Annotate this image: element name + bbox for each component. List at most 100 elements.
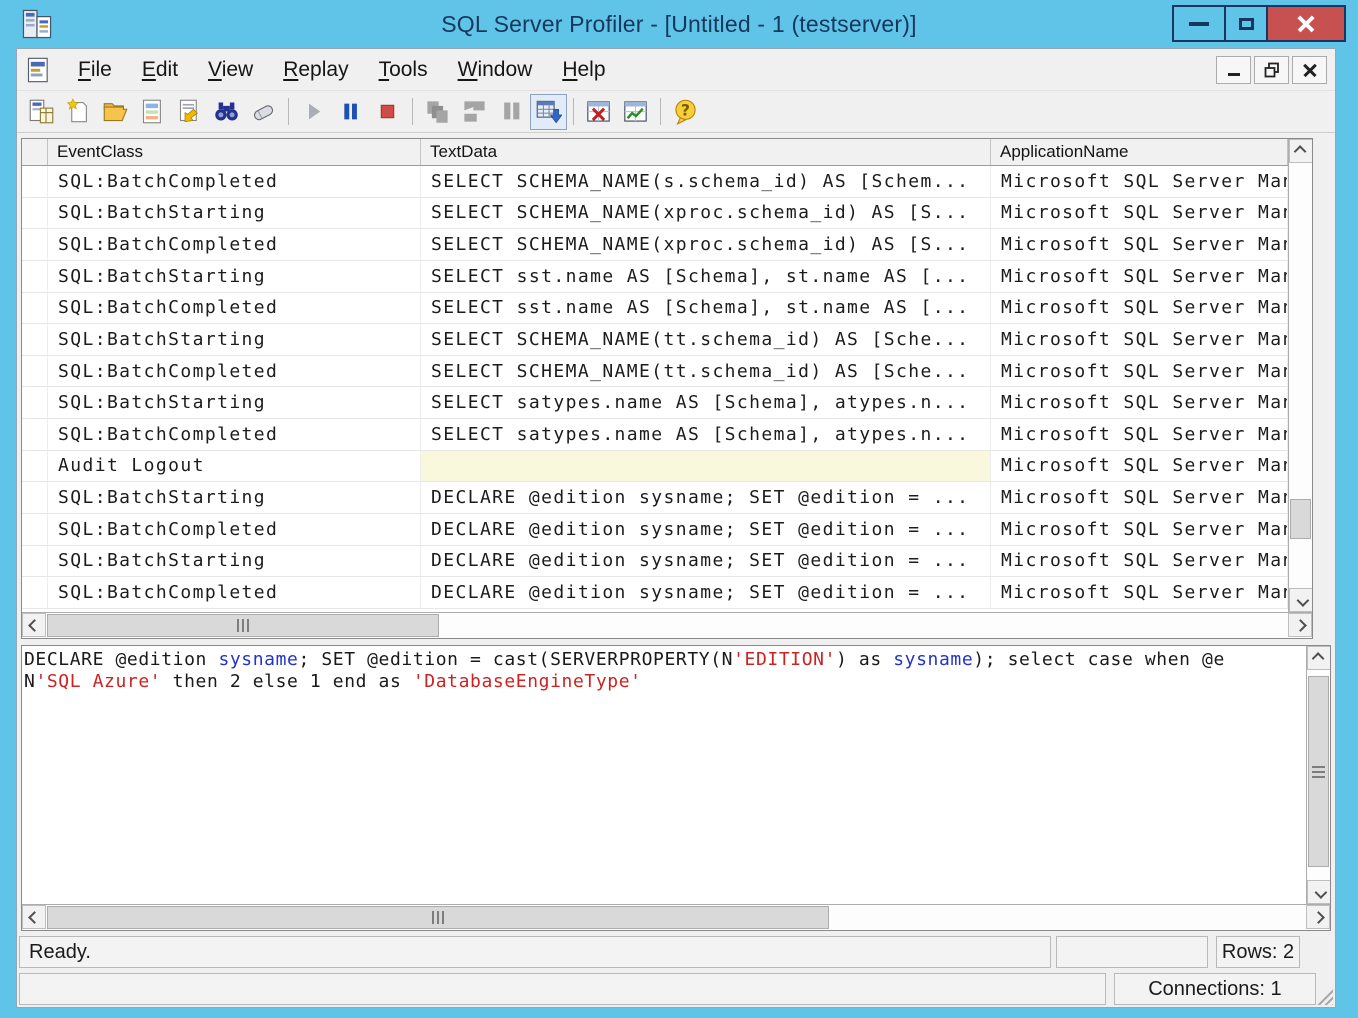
detail-scroll-down-button[interactable] [1307, 880, 1330, 904]
auto-scroll-button[interactable] [530, 94, 567, 130]
stop-trace-button[interactable] [369, 94, 406, 130]
row-selector-cell [22, 546, 48, 577]
sql-segment: sysname [218, 649, 298, 670]
status-message: Ready. [19, 936, 1051, 968]
window-title: SQL Server Profiler - [Untitled - 1 (tes… [0, 0, 1358, 48]
table-row[interactable]: SQL:BatchCompleted DECLARE @edition sysn… [22, 514, 1288, 546]
close-button[interactable] [1266, 5, 1346, 42]
pause-trace-button[interactable] [332, 94, 369, 130]
open-trace-button[interactable] [97, 94, 134, 130]
detail-horizontal-scrollbar [22, 904, 1330, 930]
close-icon [1296, 14, 1316, 34]
grid-vscroll-track[interactable] [1289, 163, 1312, 588]
eventclass-cell: SQL:BatchCompleted [48, 229, 421, 260]
eventclass-cell: SQL:BatchCompleted [48, 166, 421, 197]
textdata-cell: SELECT sst.name AS [Schema], st.name AS … [421, 261, 991, 292]
grid-scroll-down-button[interactable] [1289, 588, 1312, 612]
table-row[interactable]: SQL:BatchCompleted DECLARE @edition sysn… [22, 577, 1288, 609]
applicationname-cell: Microsoft SQL Server Mana [991, 514, 1288, 545]
menu-replay[interactable]: Replay [268, 53, 363, 87]
column-header-eventclass[interactable]: EventClass [48, 139, 421, 165]
textdata-cell: SELECT sst.name AS [Schema], st.name AS … [421, 293, 991, 324]
eventclass-cell: SQL:BatchCompleted [48, 419, 421, 450]
detail-scroll-right-button[interactable] [1306, 905, 1330, 929]
eventclass-cell: SQL:BatchCompleted [48, 577, 421, 608]
sql-segment: 'DatabaseEngineType' [413, 671, 642, 692]
grid-vscroll-thumb[interactable] [1290, 499, 1311, 539]
sql-segment: ; SET @edition = cast(SERVERPROPERTY(N [299, 649, 734, 670]
sql-segment: DECLARE @edition [24, 649, 218, 670]
detail-hscroll-track[interactable] [46, 905, 1306, 930]
grid-scroll-up-button[interactable] [1289, 139, 1312, 163]
grid-delete-icon [585, 98, 612, 125]
app-window: SQL Server Profiler - [Untitled - 1 (tes… [0, 0, 1358, 1018]
grid-scroll-left-button[interactable] [22, 613, 46, 637]
header-row-selector[interactable] [22, 139, 48, 165]
menu-edit[interactable]: Edit [127, 53, 193, 87]
toolbar-separator [660, 98, 661, 125]
table-row[interactable]: Audit Logout Microsoft SQL Server Mana [22, 451, 1288, 483]
minimize-icon [1189, 22, 1209, 26]
menu-tools[interactable]: Tools [364, 53, 443, 87]
trace-properties-button[interactable] [171, 94, 208, 130]
textdata-cell: DECLARE @edition sysname; SET @edition =… [421, 546, 991, 577]
grid-hscroll-thumb[interactable] [47, 614, 439, 637]
grid-chart-icon [622, 98, 649, 125]
chevron-left-icon [28, 619, 41, 632]
mdi-window-controls [1216, 56, 1327, 84]
maximize-button[interactable] [1224, 5, 1268, 42]
clear-trace-button[interactable] [245, 94, 282, 130]
minimize-button[interactable] [1172, 5, 1226, 42]
detail-vscroll-thumb[interactable] [1308, 676, 1329, 867]
thumb-grip-icon [1312, 766, 1325, 778]
app-frame: File Edit View Replay Tools Window Help [16, 48, 1336, 1008]
detail-scroll-left-button[interactable] [22, 905, 46, 929]
row-selector-cell [22, 451, 48, 482]
find-button[interactable] [208, 94, 245, 130]
grid-hscroll-track[interactable] [46, 613, 1288, 638]
table-row[interactable]: SQL:BatchStarting SELECT satypes.name AS… [22, 387, 1288, 419]
new-trace-button[interactable] [60, 94, 97, 130]
titlebar[interactable]: SQL Server Profiler - [Untitled - 1 (tes… [0, 0, 1358, 48]
table-row[interactable]: SQL:BatchStarting DECLARE @edition sysna… [22, 482, 1288, 514]
table-row[interactable]: SQL:BatchStarting SELECT SCHEMA_NAME(xpr… [22, 198, 1288, 230]
mdi-restore-button[interactable] [1254, 56, 1289, 84]
sql-text[interactable]: DECLARE @edition sysname; SET @edition =… [22, 646, 1306, 904]
start-trace-icon [300, 98, 327, 125]
trace-table-button[interactable] [23, 94, 60, 130]
column-header-textdata[interactable]: TextData [421, 139, 991, 165]
applicationname-cell: Microsoft SQL Server Mana [991, 261, 1288, 292]
group-view-button [456, 94, 493, 130]
menu-view[interactable]: View [193, 53, 268, 87]
detail-hscroll-thumb[interactable] [47, 906, 829, 929]
column-header-applicationname[interactable]: ApplicationName [991, 139, 1288, 165]
table-row[interactable]: SQL:BatchCompleted SELECT sst.name AS [S… [22, 293, 1288, 325]
table-row[interactable]: SQL:BatchCompleted SELECT SCHEMA_NAME(s.… [22, 166, 1288, 198]
help-button[interactable]: ? [667, 94, 704, 130]
menu-window[interactable]: Window [443, 53, 548, 87]
menu-help[interactable]: Help [547, 53, 620, 87]
table-row[interactable]: SQL:BatchStarting SELECT sst.name AS [Sc… [22, 261, 1288, 293]
table-row[interactable]: SQL:BatchCompleted SELECT SCHEMA_NAME(tt… [22, 356, 1288, 388]
detail-scroll-up-button[interactable] [1307, 646, 1330, 670]
grid-scroll-right-button[interactable] [1288, 613, 1312, 637]
sql-segment: 'EDITION' [733, 649, 836, 670]
menu-file[interactable]: File [63, 53, 127, 87]
detail-vscroll-track[interactable] [1307, 670, 1330, 880]
resize-grip[interactable] [1316, 988, 1333, 1005]
mdi-close-icon [1303, 63, 1317, 77]
svg-text:?: ? [681, 100, 690, 119]
table-row[interactable]: SQL:BatchCompleted SELECT satypes.name A… [22, 419, 1288, 451]
find-icon [213, 98, 240, 125]
eventclass-cell: SQL:BatchCompleted [48, 356, 421, 387]
chevron-up-icon [1311, 652, 1324, 665]
table-row[interactable]: SQL:BatchCompleted SELECT SCHEMA_NAME(xp… [22, 229, 1288, 261]
open-trace-table-button[interactable] [134, 94, 171, 130]
grid-chart-button[interactable] [617, 94, 654, 130]
mdi-minimize-button[interactable] [1216, 56, 1251, 84]
table-row[interactable]: SQL:BatchStarting DECLARE @edition sysna… [22, 546, 1288, 578]
table-row[interactable]: SQL:BatchStarting SELECT SCHEMA_NAME(tt.… [22, 324, 1288, 356]
chevron-right-icon [1312, 911, 1325, 924]
grid-delete-button[interactable] [580, 94, 617, 130]
mdi-close-button[interactable] [1292, 56, 1327, 84]
